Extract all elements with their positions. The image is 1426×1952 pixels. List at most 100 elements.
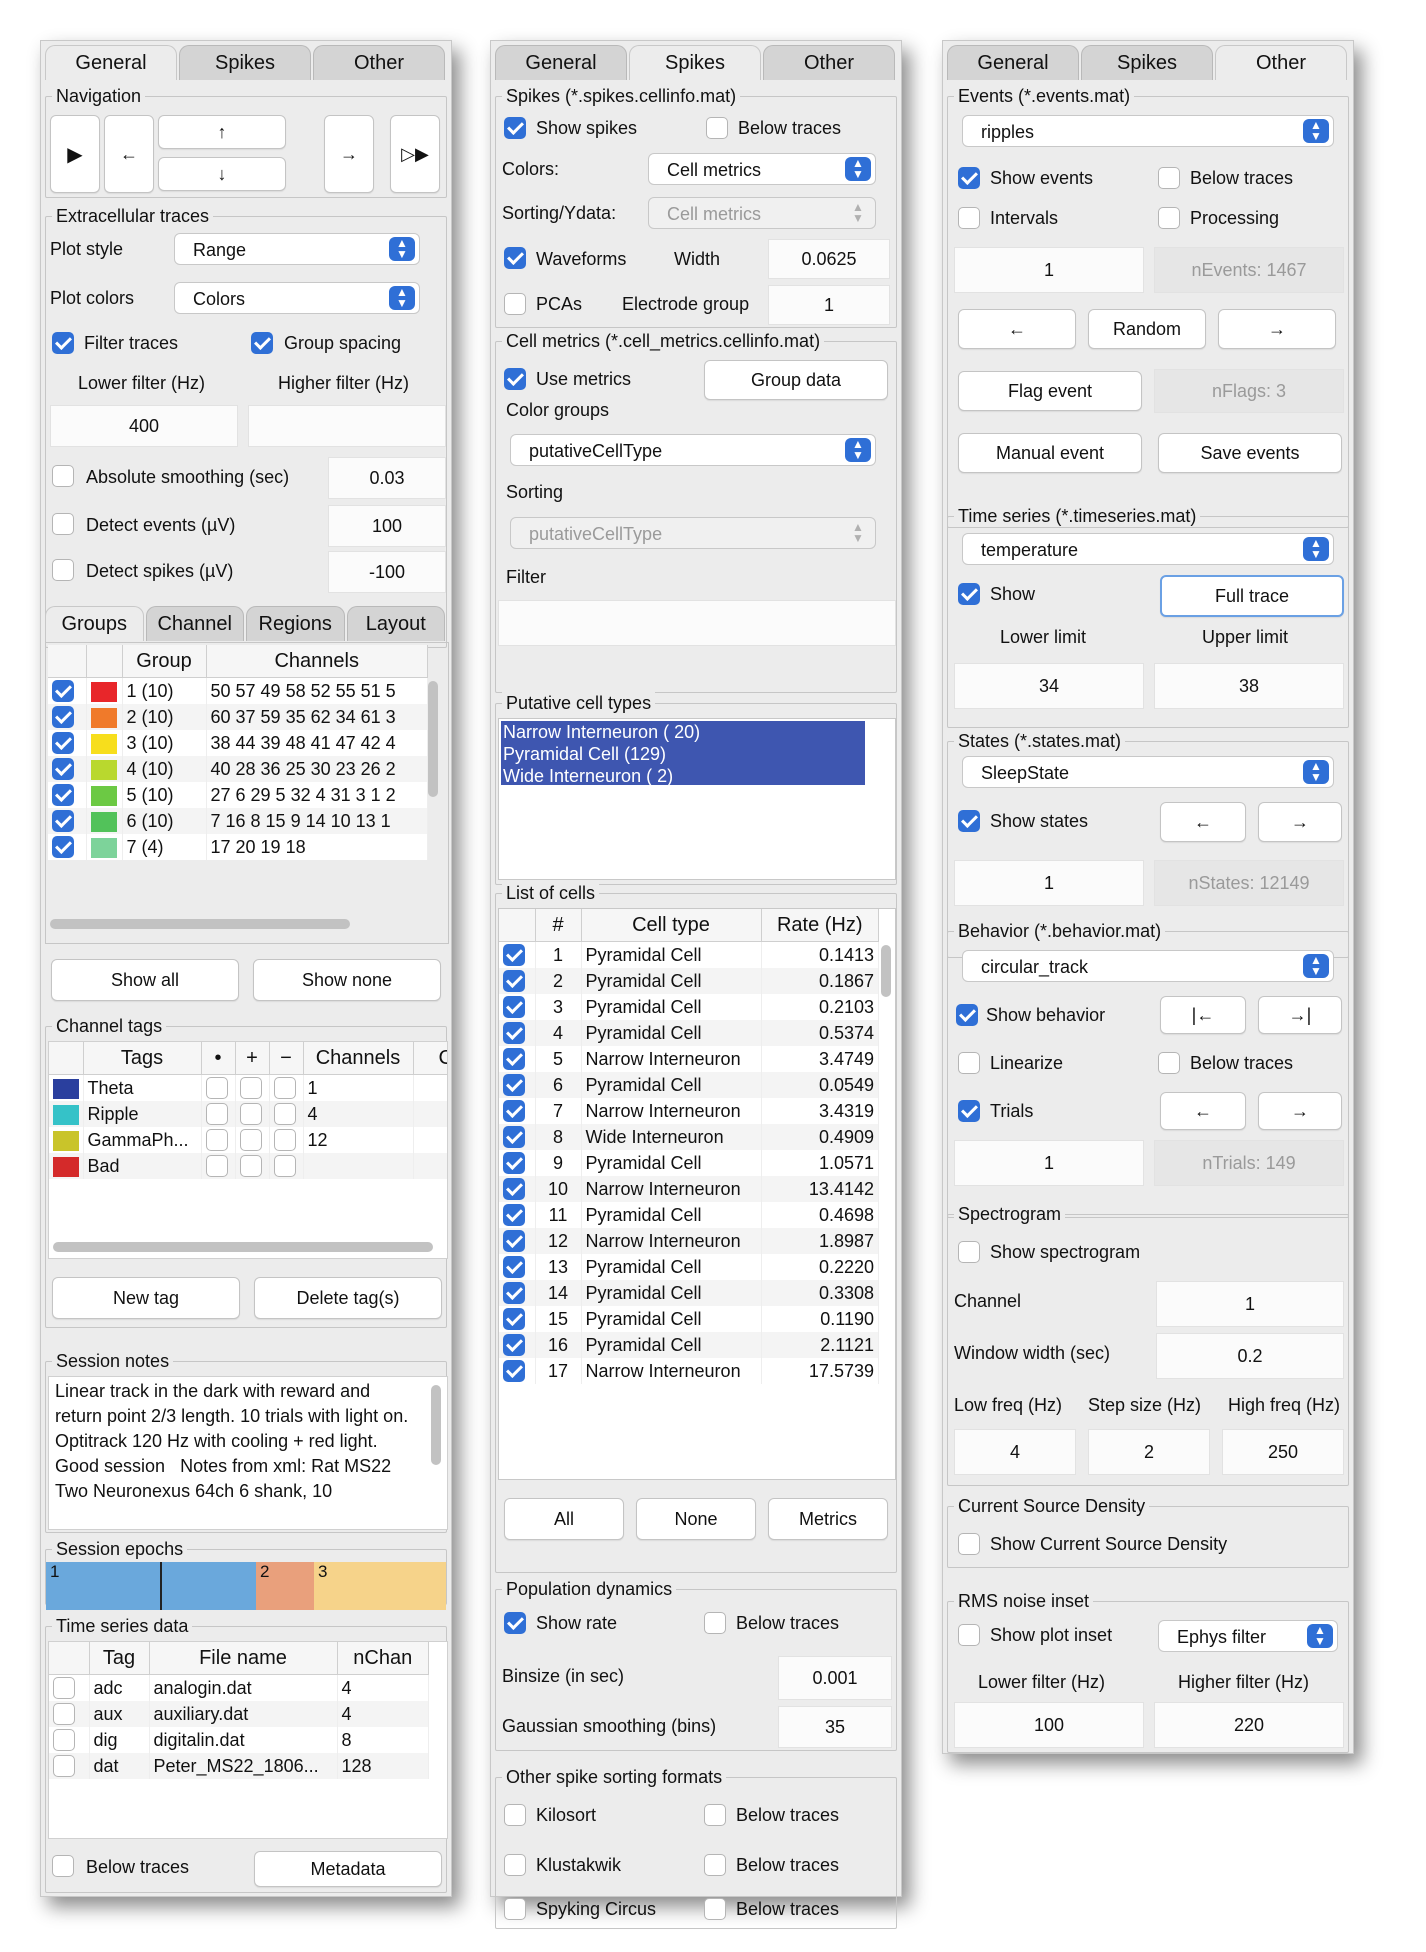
tag-dot-checkbox[interactable] [205, 1077, 228, 1100]
cells-vscroll[interactable] [881, 945, 891, 997]
tag-minus-checkbox[interactable] [273, 1103, 296, 1126]
table-row[interactable]: Theta 1 [49, 1074, 447, 1101]
spikes-below-traces-checkbox[interactable] [706, 117, 728, 139]
epoch-2[interactable]: 2 [256, 1562, 314, 1610]
subtab-regions[interactable]: Regions [246, 606, 345, 641]
show-csd-checkbox[interactable] [958, 1533, 980, 1555]
group-checkbox[interactable] [52, 758, 74, 781]
table-row[interactable]: 7 Narrow Interneuron 3.4319 [499, 1098, 879, 1124]
save-events-button[interactable]: Save events [1158, 433, 1342, 473]
cell-checkbox[interactable] [503, 1074, 525, 1097]
cell-checkbox[interactable] [503, 1256, 525, 1279]
table-row[interactable]: 3 Pyramidal Cell 0.2103 [499, 994, 879, 1020]
next-trial-button[interactable]: → [1258, 1092, 1342, 1130]
table-row[interactable]: 6 Pyramidal Cell 0.0549 [499, 1072, 879, 1098]
tab-general[interactable]: General [947, 45, 1079, 80]
subtab-groups[interactable]: Groups [45, 606, 144, 641]
tab-other[interactable]: Other [313, 45, 445, 80]
tag-dot-checkbox[interactable] [205, 1129, 228, 1152]
ts-col-nchan[interactable]: nChan [337, 1642, 429, 1675]
tags-col-plus[interactable]: + [235, 1042, 270, 1075]
table-row[interactable]: Ripple 4 [49, 1101, 447, 1127]
cell-checkbox[interactable] [503, 1308, 525, 1331]
table-row[interactable]: 14 Pyramidal Cell 0.3308 [499, 1280, 879, 1306]
next-state-button[interactable]: → [1258, 802, 1342, 842]
table-row[interactable]: 2 (10) 60 37 59 35 62 34 61 3 [48, 704, 428, 730]
show-spikes-checkbox[interactable] [504, 117, 526, 139]
tag-minus-checkbox[interactable] [273, 1129, 296, 1152]
table-row[interactable]: 12 Narrow Interneuron 1.8987 [499, 1228, 879, 1254]
tab-general[interactable]: General [45, 45, 177, 80]
group-checkbox[interactable] [52, 680, 74, 703]
abs-smoothing-field[interactable]: 0.03 [328, 457, 446, 499]
group-spacing-checkbox[interactable] [251, 332, 273, 354]
cell-checkbox[interactable] [503, 1230, 525, 1253]
show-rate-checkbox[interactable] [504, 1612, 526, 1634]
table-row[interactable]: Bad [49, 1153, 447, 1179]
table-row[interactable]: 13 Pyramidal Cell 0.2220 [499, 1254, 879, 1280]
behavior-start-button[interactable]: |← [1160, 996, 1246, 1034]
prev-trial-button[interactable]: ← [1160, 1092, 1246, 1130]
higher-filter-field[interactable] [248, 405, 446, 447]
prev-event-button[interactable]: ← [958, 309, 1076, 349]
tag-dot-checkbox[interactable] [205, 1103, 228, 1126]
gaussian-field[interactable]: 35 [778, 1706, 892, 1748]
table-row[interactable]: 4 (10) 40 28 36 25 30 23 26 2 [48, 756, 428, 782]
detect-events-field[interactable]: 100 [328, 505, 446, 547]
states-select[interactable]: SleepState ▲ ▼ [962, 756, 1334, 788]
event-number-field[interactable]: 1 [954, 247, 1144, 293]
trial-number-field[interactable]: 1 [954, 1140, 1144, 1186]
cell-checkbox[interactable] [503, 944, 525, 967]
klustakwik-below-checkbox[interactable] [704, 1854, 726, 1876]
detect-spikes-field[interactable]: -100 [328, 551, 446, 593]
events-select[interactable]: ripples ▲ ▼ [962, 115, 1334, 147]
cell-checkbox[interactable] [503, 1178, 525, 1201]
show-behavior-checkbox[interactable] [956, 1004, 978, 1026]
cell-checkbox[interactable] [503, 996, 525, 1019]
random-event-button[interactable]: Random [1088, 309, 1206, 349]
tags-col-extra[interactable]: C [413, 1042, 447, 1075]
putative-item[interactable]: Wide Interneuron ( 2) [503, 766, 673, 787]
ts-checkbox[interactable] [53, 1677, 75, 1700]
window-width-field[interactable]: 0.2 [1156, 1333, 1344, 1379]
table-row[interactable]: adc analogin.dat 4 [49, 1674, 429, 1701]
epoch-3[interactable]: 3 [314, 1562, 446, 1610]
cell-checkbox[interactable] [503, 1282, 525, 1305]
behavior-select[interactable]: circular_track ▲ ▼ [962, 950, 1334, 982]
below-traces-checkbox[interactable] [52, 1855, 74, 1877]
detect-events-checkbox[interactable] [52, 513, 74, 535]
next-event-button[interactable]: → [1218, 309, 1336, 349]
table-row[interactable]: 8 Wide Interneuron 0.4909 [499, 1124, 879, 1150]
colors-select[interactable]: Cell metrics ▲ ▼ [648, 153, 876, 185]
groups-vscroll[interactable] [428, 681, 438, 797]
table-row[interactable]: 5 (10) 27 6 29 5 32 4 31 3 1 2 [48, 782, 428, 808]
kilosort-checkbox[interactable] [504, 1804, 526, 1826]
table-row[interactable]: 17 Narrow Interneuron 17.5739 [499, 1358, 879, 1384]
metadata-button[interactable]: Metadata [254, 1851, 442, 1887]
show-all-button[interactable]: Show all [51, 959, 239, 1001]
sorting-select[interactable]: putativeCellType ▲ ▼ [510, 517, 876, 549]
ts-checkbox[interactable] [53, 1703, 75, 1726]
table-row[interactable]: 16 Pyramidal Cell 2.1121 [499, 1332, 879, 1358]
group-data-button[interactable]: Group data [704, 360, 888, 400]
prev-state-button[interactable]: ← [1160, 802, 1246, 842]
tag-plus-checkbox[interactable] [239, 1103, 262, 1126]
full-trace-button[interactable]: Full trace [1160, 575, 1344, 617]
tag-plus-checkbox[interactable] [239, 1077, 262, 1100]
table-row[interactable]: 1 (10) 50 57 49 58 52 55 51 5 [48, 677, 428, 704]
table-row[interactable]: dat Peter_MS22_1806... 128 [49, 1753, 429, 1779]
new-tag-button[interactable]: New tag [52, 1277, 240, 1319]
group-checkbox[interactable] [52, 732, 74, 755]
table-row[interactable]: 15 Pyramidal Cell 0.1190 [499, 1306, 879, 1332]
none-button[interactable]: None [636, 1498, 756, 1540]
group-checkbox[interactable] [52, 810, 74, 833]
notes-vscroll[interactable] [431, 1385, 441, 1465]
lower-limit-field[interactable]: 34 [954, 663, 1144, 709]
cell-checkbox[interactable] [503, 1022, 525, 1045]
tags-hscroll[interactable] [53, 1242, 433, 1252]
ephys-filter-select[interactable]: Ephys filter ▲ ▼ [1158, 1620, 1338, 1652]
putative-item[interactable]: Pyramidal Cell (129) [503, 744, 666, 765]
cell-checkbox[interactable] [503, 1334, 525, 1357]
table-row[interactable]: 4 Pyramidal Cell 0.5374 [499, 1020, 879, 1046]
tags-col-minus[interactable]: − [269, 1042, 304, 1075]
